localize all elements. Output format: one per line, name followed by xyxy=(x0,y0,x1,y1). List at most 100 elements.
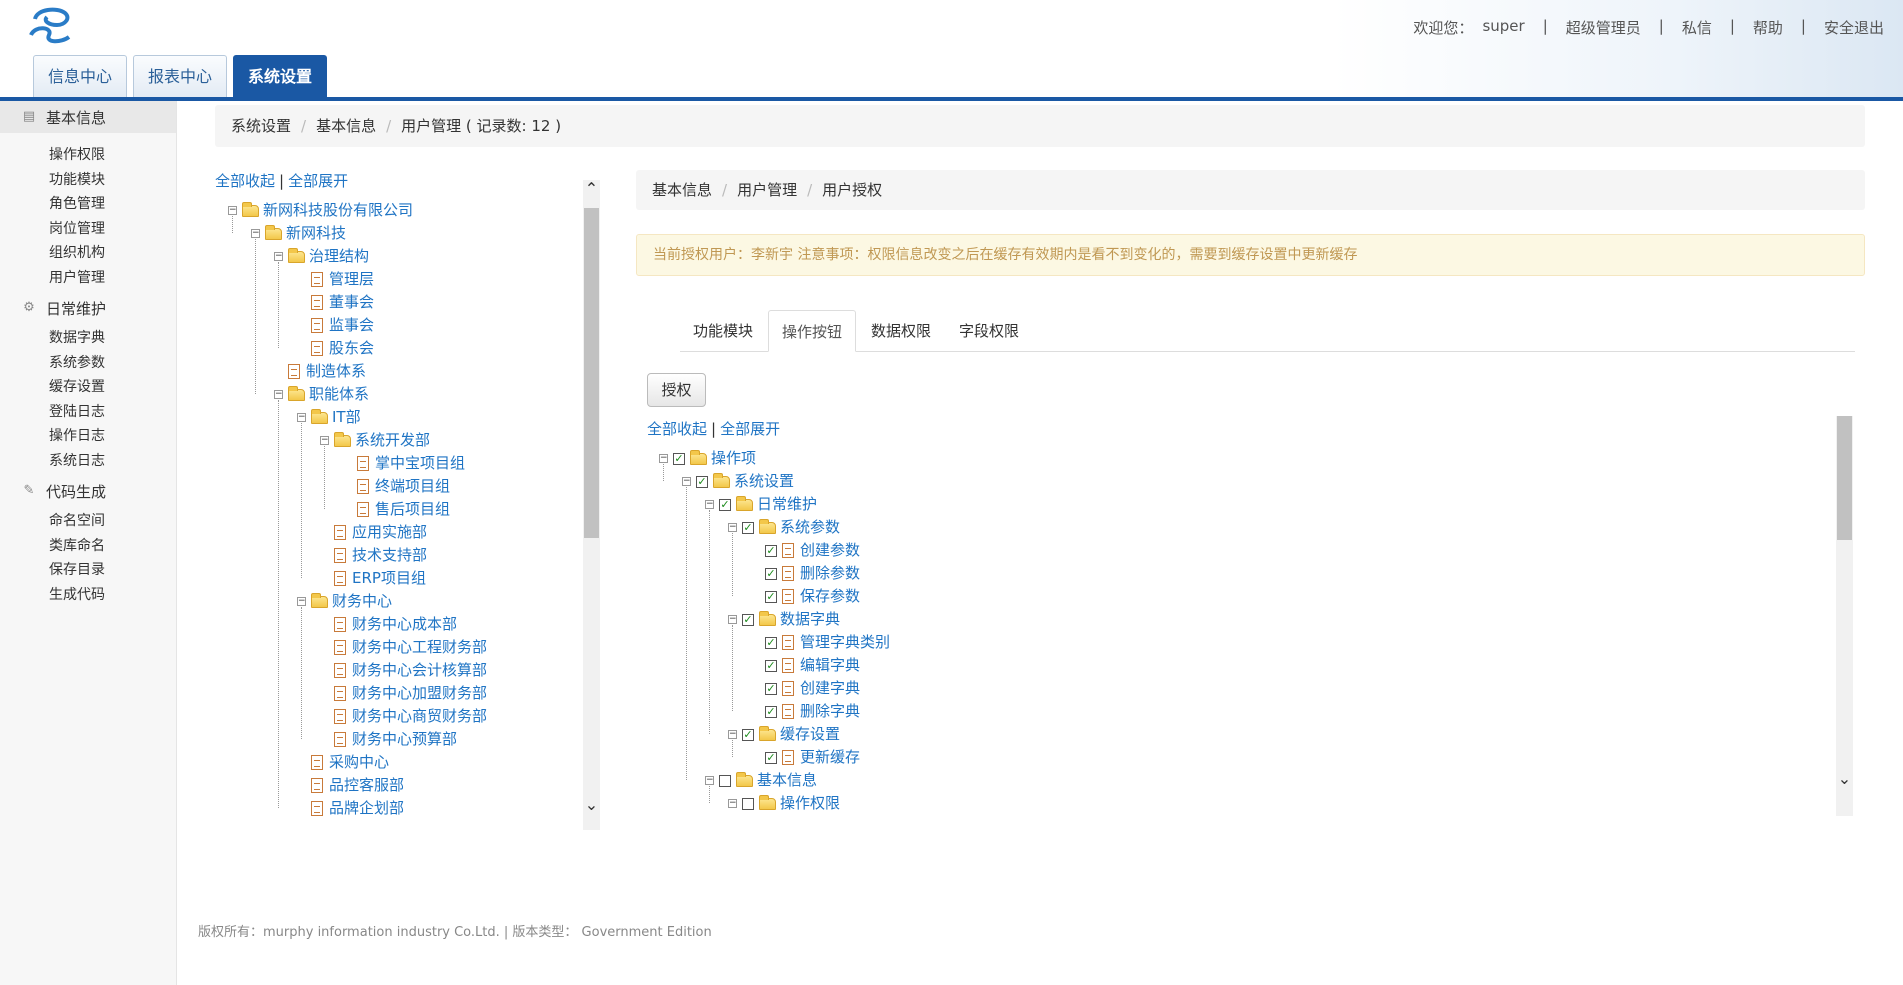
tree-node-label[interactable]: 技术支持部 xyxy=(352,544,427,567)
permission-checkbox[interactable] xyxy=(742,797,754,810)
collapse-toggle-icon[interactable]: − xyxy=(251,229,260,238)
sidebar-item-generate-code[interactable]: 生成代码 xyxy=(0,583,176,608)
tree-node-label[interactable]: 删除参数 xyxy=(800,562,860,585)
tree-node-label[interactable]: 管理字典类别 xyxy=(800,631,890,654)
help-link[interactable]: 帮助 xyxy=(1744,17,1792,38)
tree-node-label[interactable]: 编辑字典 xyxy=(800,654,860,677)
tree-node[interactable]: ✓ 删除参数 xyxy=(751,562,860,585)
tree-node[interactable]: ✓ 保存参数 xyxy=(751,585,860,608)
tab-report-center[interactable]: 报表中心 xyxy=(133,55,228,97)
expand-all-link[interactable]: 全部展开 xyxy=(720,420,780,438)
tree-node[interactable]: − 治理结构 xyxy=(274,245,369,268)
breadcrumb-item[interactable]: 基本信息 xyxy=(652,181,712,199)
messages-link[interactable]: 私信 xyxy=(1673,17,1721,38)
scroll-down-icon[interactable]: ⌄ xyxy=(1836,770,1853,787)
sidebar-item-operation-log[interactable]: 操作日志 xyxy=(0,424,176,449)
tab-function-module[interactable]: 功能模块 xyxy=(680,310,766,352)
tree-node-label[interactable]: 应用实施部 xyxy=(352,521,427,544)
tree-node[interactable]: − 操作权限 xyxy=(728,792,840,815)
tree-node[interactable]: − 系统开发部 xyxy=(320,429,430,452)
tree-node[interactable]: 财务中心工程财务部 xyxy=(320,636,487,659)
permission-checkbox[interactable]: ✓ xyxy=(719,498,731,511)
tree-node[interactable]: 应用实施部 xyxy=(320,521,427,544)
tree-node[interactable]: ✓ 编辑字典 xyxy=(751,654,860,677)
permission-checkbox[interactable]: ✓ xyxy=(765,567,777,580)
tree-node-label[interactable]: 删除字典 xyxy=(800,700,860,723)
tree-node[interactable]: ✓ 更新缓存 xyxy=(751,746,860,769)
tree-node[interactable]: − 新网科技股份有限公司 xyxy=(228,199,413,222)
tree-node-label[interactable]: 日常维护 xyxy=(757,493,817,516)
permission-checkbox[interactable]: ✓ xyxy=(765,636,777,649)
tree-node[interactable]: 股东会 xyxy=(297,337,374,360)
tree-node-label[interactable]: 财务中心 xyxy=(332,590,392,613)
sidebar-item-namespace[interactable]: 命名空间 xyxy=(0,509,176,534)
tab-field-permission[interactable]: 字段权限 xyxy=(946,310,1032,352)
permission-checkbox[interactable]: ✓ xyxy=(673,452,685,465)
breadcrumb-item[interactable]: 系统设置 xyxy=(231,117,291,135)
tree-node-label[interactable]: 股东会 xyxy=(329,337,374,360)
tree-node-label[interactable]: 新网科技 xyxy=(286,222,346,245)
tree-node-label[interactable]: 数据字典 xyxy=(780,608,840,631)
tree-node-label[interactable]: 售后项目组 xyxy=(375,498,450,521)
collapse-toggle-icon[interactable]: − xyxy=(320,436,329,445)
tree-node-label[interactable]: 监事会 xyxy=(329,314,374,337)
permission-checkbox[interactable]: ✓ xyxy=(765,659,777,672)
tree-node[interactable]: − 财务中心 xyxy=(297,590,392,613)
collapse-toggle-icon[interactable]: − xyxy=(228,206,237,215)
collapse-toggle-icon[interactable]: − xyxy=(728,523,737,532)
sidebar-item-post-management[interactable]: 岗位管理 xyxy=(0,217,176,242)
tree-node[interactable]: 监事会 xyxy=(297,314,374,337)
permission-checkbox[interactable]: ✓ xyxy=(765,682,777,695)
sidebar-item-system-params[interactable]: 系统参数 xyxy=(0,351,176,376)
tree-node-label[interactable]: 品控客服部 xyxy=(329,774,404,797)
tree-node[interactable]: 售后项目组 xyxy=(343,498,450,521)
sidebar-item-user-management[interactable]: 用户管理 xyxy=(0,266,176,291)
sidebar-group-basic-info[interactable]: ▤ 基本信息 xyxy=(0,101,176,133)
scroll-down-icon[interactable]: ⌄ xyxy=(583,796,600,813)
collapse-toggle-icon[interactable]: − xyxy=(297,413,306,422)
tree-node-label[interactable]: 系统开发部 xyxy=(355,429,430,452)
tree-node-label[interactable]: 缓存设置 xyxy=(780,723,840,746)
collapse-toggle-icon[interactable]: − xyxy=(728,615,737,624)
tree-node[interactable]: − IT部 xyxy=(297,406,361,429)
tree-node-label[interactable]: 操作项 xyxy=(711,447,756,470)
tree-node-label[interactable]: 制造体系 xyxy=(306,360,366,383)
tree-node[interactable]: 财务中心商贸财务部 xyxy=(320,705,487,728)
tab-operation-buttons[interactable]: 操作按钮 xyxy=(768,310,857,352)
permission-checkbox[interactable]: ✓ xyxy=(765,751,777,764)
collapse-toggle-icon[interactable]: − xyxy=(705,500,714,509)
tree-node[interactable]: − 基本信息 xyxy=(705,769,817,792)
tree-node[interactable]: − 新网科技 xyxy=(251,222,346,245)
permission-checkbox[interactable]: ✓ xyxy=(765,544,777,557)
tree-node[interactable]: 终端项目组 xyxy=(343,475,450,498)
permission-checkbox[interactable]: ✓ xyxy=(765,590,777,603)
tree-node-label[interactable]: 财务中心工程财务部 xyxy=(352,636,487,659)
permission-checkbox[interactable]: ✓ xyxy=(696,475,708,488)
sidebar-item-login-log[interactable]: 登陆日志 xyxy=(0,400,176,425)
permission-tree-scroll-thumb[interactable] xyxy=(1837,416,1852,540)
role-link[interactable]: 超级管理员 xyxy=(1557,17,1650,38)
tree-node-label[interactable]: 财务中心商贸财务部 xyxy=(352,705,487,728)
tree-node-label[interactable]: 职能体系 xyxy=(309,383,369,406)
tree-node-label[interactable]: 操作权限 xyxy=(780,792,840,815)
tree-node[interactable]: − ✓ 日常维护 xyxy=(705,493,817,516)
collapse-toggle-icon[interactable]: − xyxy=(659,454,668,463)
tree-node[interactable]: 财务中心会计核算部 xyxy=(320,659,487,682)
sidebar-item-cache-settings[interactable]: 缓存设置 xyxy=(0,375,176,400)
tree-node-label[interactable]: 财务中心会计核算部 xyxy=(352,659,487,682)
sidebar-item-class-naming[interactable]: 类库命名 xyxy=(0,534,176,559)
expand-all-link[interactable]: 全部展开 xyxy=(288,172,348,190)
tree-node-label[interactable]: 更新缓存 xyxy=(800,746,860,769)
tree-node-label[interactable]: 治理结构 xyxy=(309,245,369,268)
tab-info-center[interactable]: 信息中心 xyxy=(33,55,128,97)
tree-node-label[interactable]: 创建字典 xyxy=(800,677,860,700)
tree-node[interactable]: − ✓ 缓存设置 xyxy=(728,723,840,746)
sidebar-item-data-dictionary[interactable]: 数据字典 xyxy=(0,326,176,351)
sidebar-group-daily-maintenance[interactable]: ⚙ 日常维护 xyxy=(0,292,176,324)
permission-checkbox[interactable]: ✓ xyxy=(742,728,754,741)
org-tree-scroll-thumb[interactable] xyxy=(584,208,599,538)
tree-node[interactable]: ✓ 创建参数 xyxy=(751,539,860,562)
sidebar-item-operation-permission[interactable]: 操作权限 xyxy=(0,143,176,168)
sidebar-item-organization[interactable]: 组织机构 xyxy=(0,241,176,266)
tree-node-label[interactable]: 财务中心成本部 xyxy=(352,613,457,636)
